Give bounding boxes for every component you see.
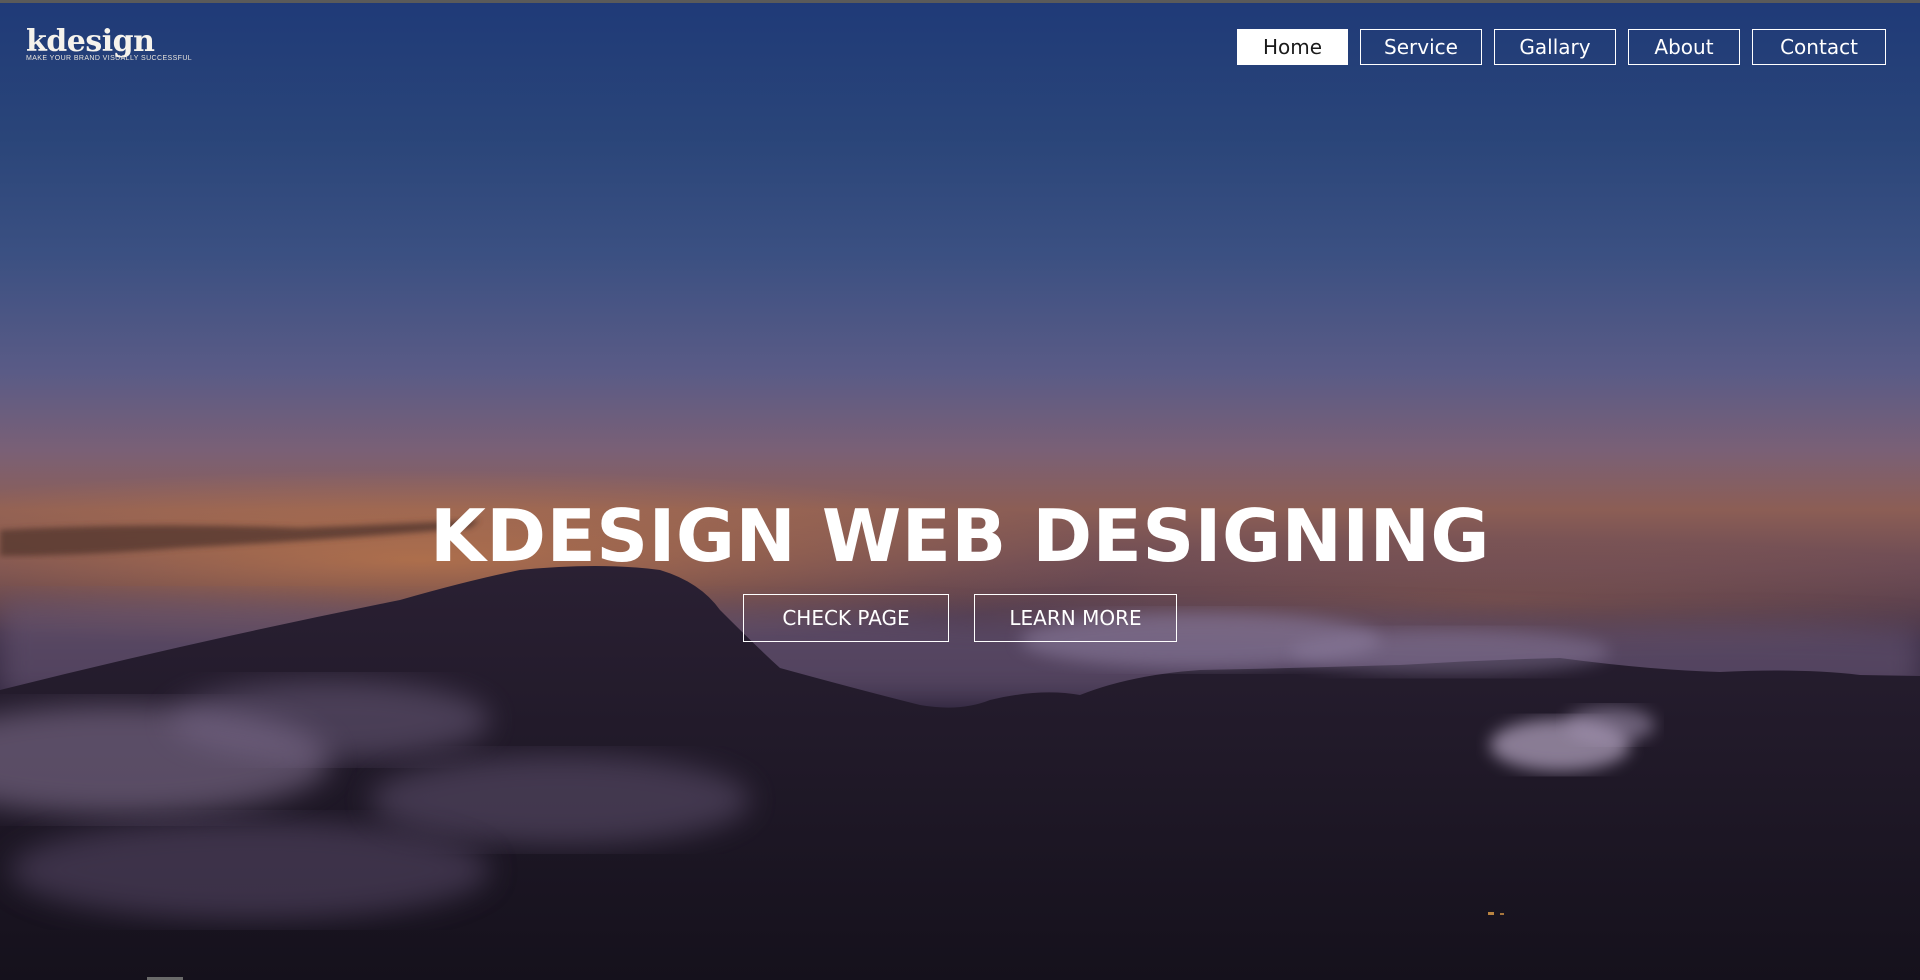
learn-more-button[interactable]: LEARN MORE (974, 594, 1177, 642)
check-page-button[interactable]: CHECK PAGE (743, 594, 949, 642)
nav-service-button[interactable]: Service (1360, 29, 1482, 65)
logo-wordmark: kdesign (26, 24, 155, 59)
site-logo[interactable]: kdesign MAKE YOUR BRAND VISUALLY SUCCESS… (26, 24, 193, 66)
top-border (0, 0, 1920, 3)
hero-headline: KDESIGN WEB DESIGNING (430, 494, 1490, 578)
hero-section: kdesign MAKE YOUR BRAND VISUALLY SUCCESS… (0, 0, 1920, 980)
hero-cta-group: CHECK PAGE LEARN MORE (0, 594, 1920, 642)
nav-gallary-button[interactable]: Gallary (1494, 29, 1616, 65)
main-nav: Home Service Gallary About Contact (1237, 29, 1886, 65)
logo-tagline: MAKE YOUR BRAND VISUALLY SUCCESSFUL (26, 55, 193, 62)
nav-home-button[interactable]: Home (1237, 29, 1348, 65)
nav-about-button[interactable]: About (1628, 29, 1740, 65)
nav-contact-button[interactable]: Contact (1752, 29, 1886, 65)
